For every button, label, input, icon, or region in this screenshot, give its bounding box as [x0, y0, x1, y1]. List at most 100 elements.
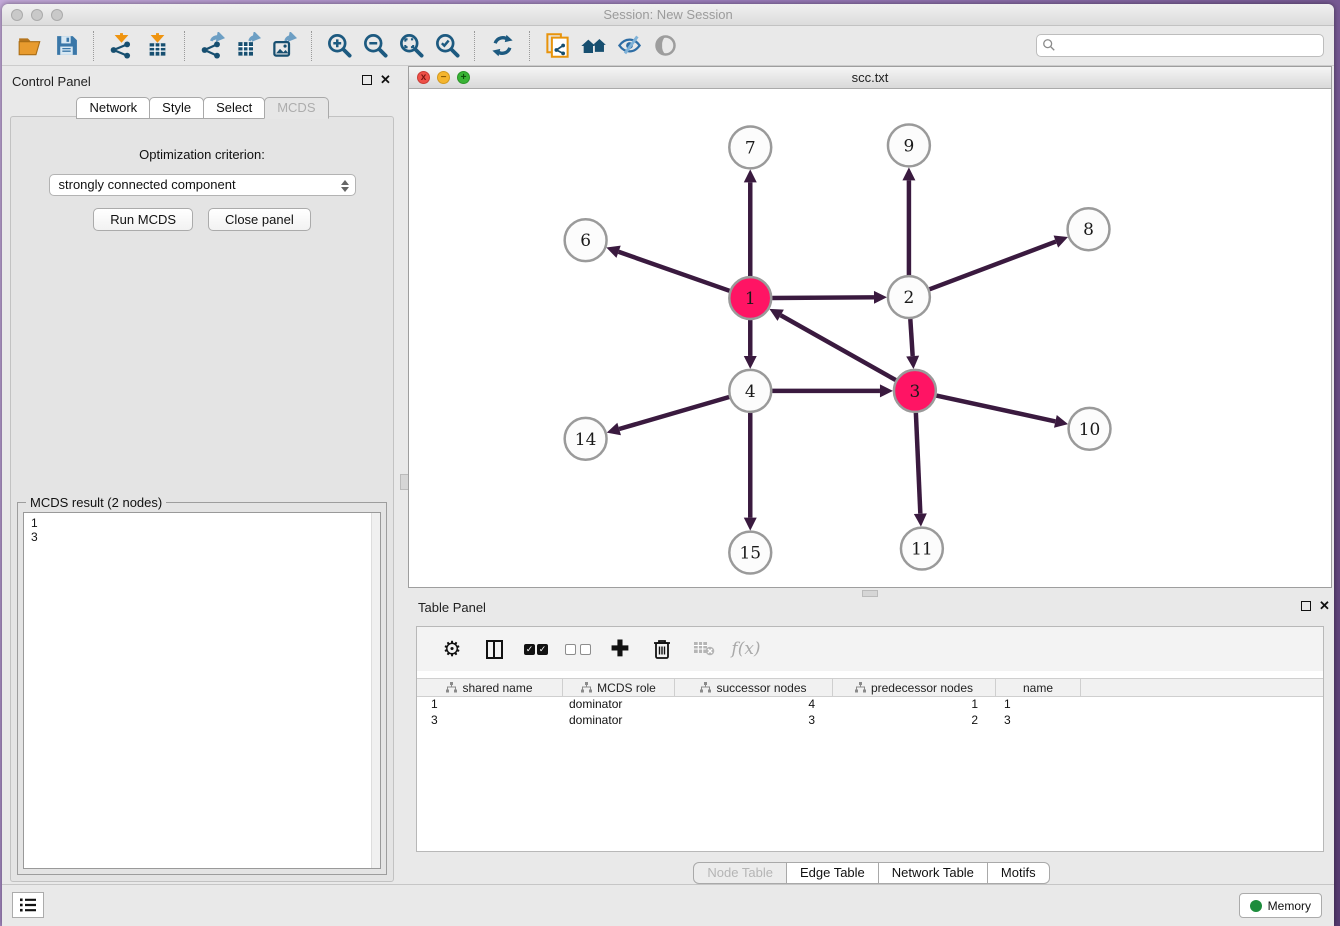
- export-table-icon[interactable]: [233, 31, 263, 61]
- float-table-panel-icon[interactable]: [1301, 601, 1311, 611]
- import-network-icon[interactable]: [106, 31, 136, 61]
- mcds-result-title: MCDS result (2 nodes): [26, 495, 166, 510]
- cell[interactable]: 2: [833, 713, 996, 729]
- close-panel-icon[interactable]: ✕: [380, 72, 391, 88]
- edge-3-1[interactable]: [769, 309, 895, 380]
- table-panel: Table Panel ✕ ⚙ ✓✓ ✚ f(x) shared nameMCD: [408, 592, 1334, 884]
- edge-4-15[interactable]: [744, 413, 757, 531]
- table-row[interactable]: 3dominator323: [417, 713, 1323, 729]
- refresh-icon[interactable]: [487, 31, 517, 61]
- float-panel-icon[interactable]: [362, 75, 372, 85]
- close-table-panel-icon[interactable]: ✕: [1319, 598, 1330, 614]
- search-box: [1036, 34, 1324, 57]
- tab-network-table[interactable]: Network Table: [878, 862, 988, 884]
- zoom-in-icon[interactable]: [324, 31, 354, 61]
- edge-4-14[interactable]: [607, 397, 729, 435]
- node-4[interactable]: 4: [729, 370, 771, 412]
- delete-table-icon: [689, 634, 719, 664]
- column-header-predecessor-nodes[interactable]: predecessor nodes: [833, 679, 996, 696]
- tab-select[interactable]: Select: [203, 97, 265, 119]
- cell[interactable]: 4: [675, 697, 833, 713]
- column-pane-icon[interactable]: [479, 634, 509, 664]
- network-canvas[interactable]: 7 9 6 8 1 2 4 3 14 10 15 11: [409, 89, 1331, 587]
- tab-style[interactable]: Style: [149, 97, 204, 119]
- cell[interactable]: 1: [417, 697, 563, 713]
- mcds-result-text: 1 3: [23, 512, 381, 869]
- svg-text:14: 14: [575, 429, 597, 449]
- network-home-icon[interactable]: [578, 31, 608, 61]
- cell[interactable]: 1: [996, 697, 1081, 713]
- cell[interactable]: 3: [996, 713, 1081, 729]
- column-header-MCDS-role[interactable]: MCDS role: [563, 679, 675, 696]
- tab-motifs[interactable]: Motifs: [987, 862, 1050, 884]
- node-6[interactable]: 6: [565, 219, 607, 261]
- edge-2-9[interactable]: [902, 167, 915, 275]
- table-header-row: shared nameMCDS rolesuccessor nodesprede…: [417, 678, 1323, 697]
- edge-4-3[interactable]: [772, 384, 893, 397]
- criterion-dropdown[interactable]: strongly connected component: [49, 174, 356, 196]
- node-3[interactable]: 3: [894, 370, 936, 412]
- zoom-selected-icon[interactable]: [432, 31, 462, 61]
- cell[interactable]: dominator: [563, 697, 675, 713]
- node-15[interactable]: 15: [729, 532, 771, 574]
- open-session-icon[interactable]: [15, 31, 45, 61]
- app-window: Session: New Session: [2, 4, 1334, 926]
- cell[interactable]: 3: [675, 713, 833, 729]
- memory-button[interactable]: Memory: [1239, 893, 1322, 918]
- node-10[interactable]: 10: [1069, 408, 1111, 450]
- edge-3-10[interactable]: [936, 396, 1068, 428]
- add-column-icon[interactable]: ✚: [605, 634, 635, 664]
- horizontal-splitter-grip[interactable]: [862, 590, 878, 597]
- cell[interactable]: 3: [417, 713, 563, 729]
- cell[interactable]: dominator: [563, 713, 675, 729]
- edge-1-7[interactable]: [744, 169, 757, 276]
- node-7[interactable]: 7: [729, 126, 771, 168]
- task-history-button[interactable]: [12, 892, 44, 918]
- gear-icon[interactable]: ⚙: [437, 634, 467, 664]
- mcds-panel: Optimization criterion: strongly connect…: [10, 116, 394, 882]
- deselect-all-icon[interactable]: [563, 634, 593, 664]
- column-header-shared-name[interactable]: shared name: [417, 679, 563, 696]
- tab-node-table[interactable]: Node Table: [693, 862, 787, 884]
- node-2[interactable]: 2: [888, 276, 930, 318]
- node-8[interactable]: 8: [1068, 208, 1110, 250]
- tab-network[interactable]: Network: [76, 97, 150, 119]
- zoom-out-icon[interactable]: [360, 31, 390, 61]
- select-all-icon[interactable]: ✓✓: [521, 634, 551, 664]
- node-9[interactable]: 9: [888, 124, 930, 166]
- cell[interactable]: 1: [833, 697, 996, 713]
- save-session-icon[interactable]: [51, 31, 81, 61]
- memory-status-icon: [1250, 900, 1262, 912]
- duplicate-network-icon[interactable]: [542, 31, 572, 61]
- mcds-result-group: MCDS result (2 nodes) 1 3: [17, 502, 387, 875]
- table-row[interactable]: 1dominator411: [417, 697, 1323, 713]
- run-mcds-button[interactable]: Run MCDS: [93, 208, 193, 231]
- svg-text:15: 15: [739, 543, 761, 563]
- titlebar: Session: New Session: [2, 4, 1334, 26]
- edge-2-8[interactable]: [929, 236, 1068, 290]
- export-network-icon[interactable]: [197, 31, 227, 61]
- node-1[interactable]: 1: [729, 277, 771, 319]
- column-header-successor-nodes[interactable]: successor nodes: [675, 679, 833, 696]
- edge-2-3[interactable]: [906, 319, 919, 369]
- delete-icon[interactable]: [647, 634, 677, 664]
- search-icon: [1042, 38, 1056, 52]
- search-input[interactable]: [1036, 34, 1324, 57]
- column-header-name[interactable]: name: [996, 679, 1081, 696]
- node-11[interactable]: 11: [901, 528, 943, 570]
- result-scrollbar[interactable]: [371, 513, 380, 868]
- edge-3-11[interactable]: [914, 413, 927, 527]
- import-table-icon[interactable]: [142, 31, 172, 61]
- close-panel-button[interactable]: Close panel: [208, 208, 311, 231]
- edge-1-4[interactable]: [744, 320, 757, 369]
- edge-1-6[interactable]: [606, 246, 729, 291]
- tab-mcds[interactable]: MCDS: [264, 97, 328, 119]
- zoom-fit-icon[interactable]: [396, 31, 426, 61]
- tab-edge-table[interactable]: Edge Table: [786, 862, 879, 884]
- edge-1-2[interactable]: [772, 291, 887, 304]
- main-toolbar: [2, 26, 1334, 66]
- export-image-icon[interactable]: [269, 31, 299, 61]
- annotation-eye-icon[interactable]: [614, 31, 644, 61]
- node-14[interactable]: 14: [565, 418, 607, 460]
- control-panel-tabs: NetworkStyleSelectMCDS: [2, 97, 402, 119]
